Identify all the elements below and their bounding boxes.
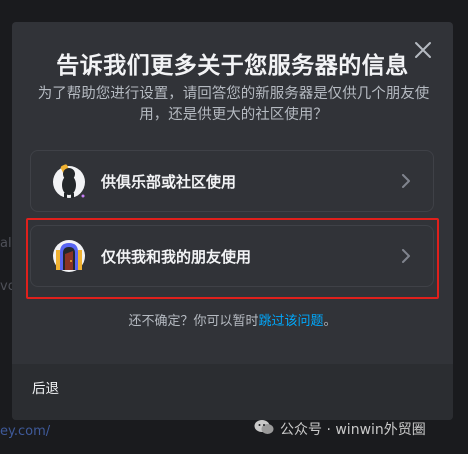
background-link-fragment: ey.com/ xyxy=(0,424,51,439)
skip-hint: 还不确定？你可以暂时跳过该问题。 xyxy=(12,310,453,329)
club-community-icon xyxy=(51,163,87,199)
dialog-footer xyxy=(12,364,453,420)
skip-question-link[interactable]: 跳过该问题 xyxy=(258,314,323,329)
chevron-right-icon xyxy=(401,249,411,263)
option-me-and-friends[interactable]: 仅供我和我的朋友使用 xyxy=(30,225,434,287)
option-label: 仅供我和我的朋友使用 xyxy=(101,247,252,266)
server-info-dialog: 告诉我们更多关于您服务器的信息 为了帮助您进行设置，请回答您的新服务器是仅供几个… xyxy=(12,22,453,420)
watermark: 公众号 · winwin外贸圈 xyxy=(254,419,426,439)
option-club-community[interactable]: 供俱乐部或社区使用 xyxy=(30,150,434,212)
option-label: 供俱乐部或社区使用 xyxy=(101,172,237,191)
back-button[interactable]: 后退 xyxy=(32,377,59,397)
background-text-fragment: al xyxy=(0,236,12,251)
dialog-title: 告诉我们更多关于您服务器的信息 xyxy=(56,53,409,79)
chevron-right-icon xyxy=(401,174,411,188)
hint-prefix: 还不确定？你可以暂时 xyxy=(128,314,259,329)
wechat-icon xyxy=(254,419,274,439)
dialog-subtitle: 为了帮助您进行设置，请回答您的新服务器是仅供几个朋友使用，还是供更大的社区使用？ xyxy=(37,86,430,123)
watermark-text: 公众号 · winwin外贸圈 xyxy=(280,422,426,438)
friends-door-icon xyxy=(51,238,87,274)
hint-suffix: 。 xyxy=(323,314,337,329)
